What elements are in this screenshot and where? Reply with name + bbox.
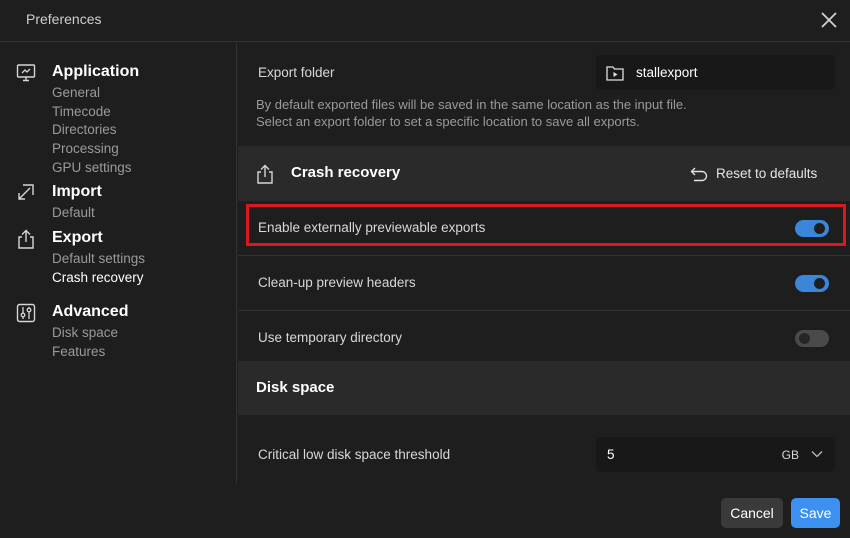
folder-icon [606,66,624,81]
setting-row-previewable-exports: Enable externally previewable exports [238,201,850,256]
window-title: Preferences [26,11,102,27]
sidebar-item-default-settings[interactable]: Default settings [52,250,145,269]
chevron-down-icon[interactable] [811,450,823,458]
export-icon [257,164,273,184]
description-line: By default exported files will be saved … [256,97,687,112]
export-icon [18,229,34,249]
monitor-icon [16,64,36,82]
sidebar-item-disk-space[interactable]: Disk space [52,324,118,343]
sidebar-item-general[interactable]: General [52,84,132,103]
threshold-label: Critical low disk space threshold [258,447,451,462]
sidebar-item-crash-recovery[interactable]: Crash recovery [52,269,145,288]
threshold-input[interactable]: 5 GB [596,437,835,472]
toggle-knob [814,278,825,289]
section-title: Disk space [256,379,335,396]
setting-label: Enable externally previewable exports [258,220,486,235]
previewable-exports-toggle[interactable] [795,220,829,237]
threshold-unit[interactable]: GB [782,448,799,462]
sidebar-item-timecode[interactable]: Timecode [52,103,132,122]
export-folder-description: By default exported files will be saved … [256,96,687,130]
sliders-icon [16,303,36,323]
section-title: Crash recovery [291,164,401,181]
cleanup-headers-toggle[interactable] [795,275,829,292]
title-bar: Preferences [0,0,850,42]
toggle-knob [799,333,810,344]
crash-recovery-header: Crash recovery Reset to defaults [238,146,850,201]
description-line: Select an export folder to set a specifi… [256,114,640,129]
sidebar-item-features[interactable]: Features [52,343,118,362]
sidebar-item-directories[interactable]: Directories [52,121,132,140]
sidebar-item-default[interactable]: Default [52,204,95,223]
toggle-knob [814,223,825,234]
sidebar-group-title[interactable]: Application [52,63,139,81]
export-folder-label: Export folder [258,65,335,80]
close-icon[interactable] [818,9,840,31]
setting-row-cleanup-headers: Clean-up preview headers [238,256,850,311]
export-folder-input[interactable]: stallexport [596,55,835,90]
setting-row-temporary-directory: Use temporary directory [238,311,850,366]
temporary-directory-toggle[interactable] [795,330,829,347]
import-icon [18,184,34,200]
reset-to-defaults-button[interactable]: Reset to defaults [690,165,826,185]
export-folder-value: stallexport [636,65,698,80]
setting-label: Clean-up preview headers [258,275,416,290]
setting-label: Use temporary directory [258,330,403,345]
undo-icon [690,167,708,182]
sidebar-item-processing[interactable]: Processing [52,140,132,159]
sidebar-group-title[interactable]: Advanced [52,303,128,321]
sidebar-group-title[interactable]: Export [52,229,103,247]
sidebar-item-gpu-settings[interactable]: GPU settings [52,159,132,178]
disk-space-header: Disk space [238,361,850,415]
save-button[interactable]: Save [791,498,840,528]
threshold-value: 5 [607,447,615,462]
sidebar-group-title[interactable]: Import [52,183,102,201]
settings-content: Export folder stallexport By default exp… [238,43,850,483]
dialog-footer: Cancel Save [0,483,850,538]
cancel-button[interactable]: Cancel [721,498,783,528]
reset-label: Reset to defaults [716,166,818,181]
sidebar: Application General Timecode Directories… [0,43,237,483]
